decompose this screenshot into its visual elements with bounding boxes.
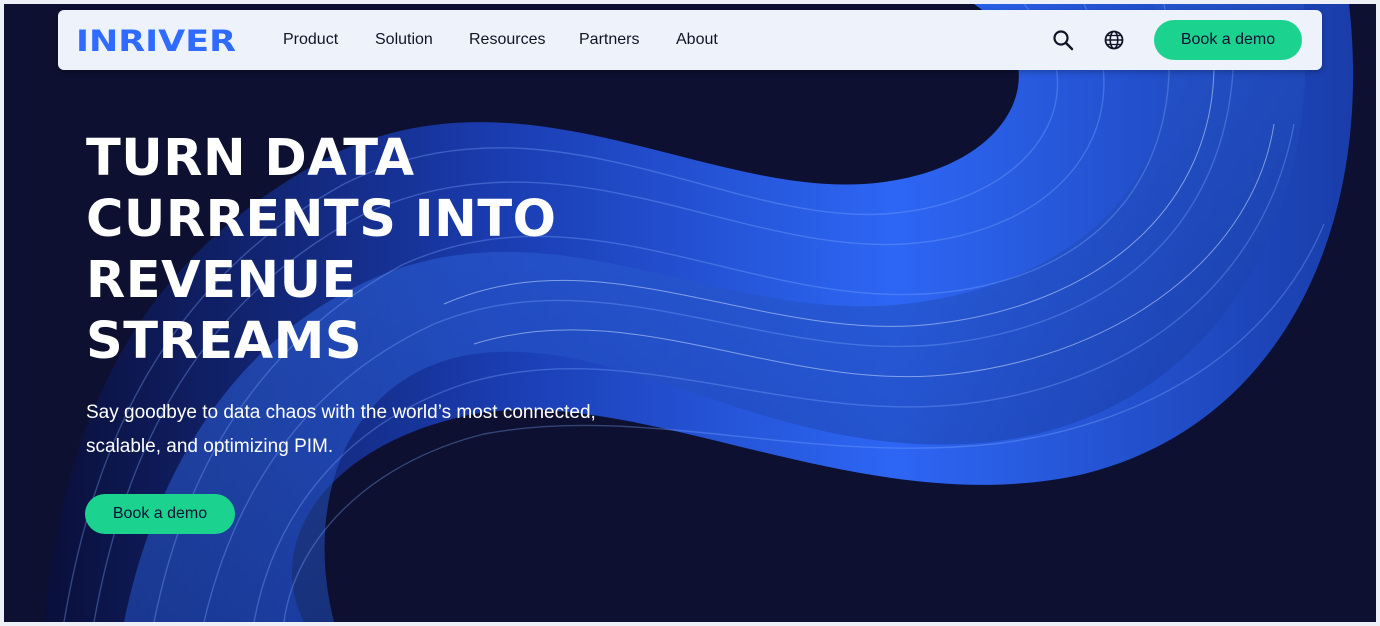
search-icon[interactable] (1052, 29, 1074, 51)
nav-item-about[interactable]: About (676, 30, 718, 50)
svg-text:INRIVER: INRIVER (76, 24, 236, 58)
nav-item-product[interactable]: Product (283, 30, 338, 50)
nav-book-demo-button[interactable]: Book a demo (1154, 20, 1302, 60)
top-navigation-bar: INRIVER Product Solution Resources Partn… (58, 10, 1322, 70)
inriver-logo[interactable]: INRIVER (76, 21, 242, 59)
nav-item-resources[interactable]: Resources (469, 30, 545, 50)
globe-icon[interactable] (1103, 29, 1125, 51)
hero-book-demo-button[interactable]: Book a demo (85, 494, 235, 534)
nav-item-partners[interactable]: Partners (579, 30, 639, 50)
nav-item-solution[interactable]: Solution (375, 30, 433, 50)
page-frame: INRIVER Product Solution Resources Partn… (4, 4, 1376, 622)
hero-subtitle: Say goodbye to data chaos with the world… (86, 402, 596, 457)
hero-title: TURN DATA CURRENTS INTO REVENUE STREAMS (86, 129, 557, 371)
